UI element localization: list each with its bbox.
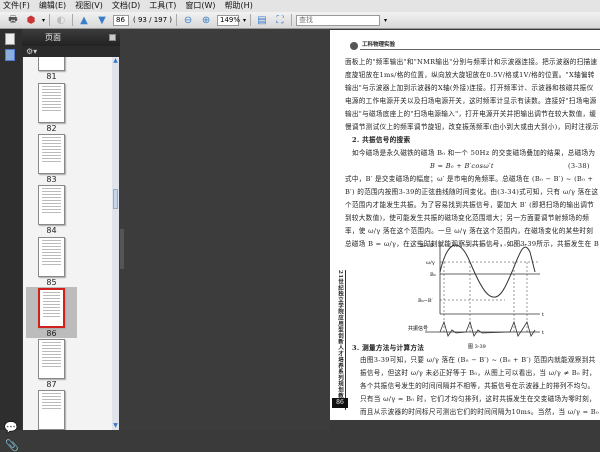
panel-splitter[interactable]	[120, 229, 124, 269]
menu-document[interactable]: 文档(D)	[112, 0, 140, 12]
label-t-signal: t	[542, 330, 544, 336]
divider	[291, 14, 293, 26]
panel-header: 页面	[22, 29, 120, 46]
equation-number: (3-38)	[568, 162, 590, 170]
fit-width-icon[interactable]: ▤	[255, 14, 269, 27]
navigation-strip: 💬 📎	[0, 29, 22, 452]
divider	[72, 14, 74, 26]
chevron-down-icon[interactable]: ▾	[243, 17, 246, 24]
scroll-up-icon[interactable]: ▲	[112, 57, 119, 65]
menu-help[interactable]: 帮助(H)	[225, 0, 253, 12]
panel-toolbar: ⚙▾	[22, 46, 120, 57]
create-pdf-icon[interactable]: ⬢	[24, 14, 38, 27]
scrollbar-thumb[interactable]	[113, 189, 118, 209]
comments-icon[interactable]: 💬	[4, 421, 18, 434]
previous-page-icon[interactable]: ▲	[77, 14, 91, 27]
figure-3-39: B₀+B′ ω/γ B₀ B₀−B′ t t 共振信号 图 3-39	[408, 242, 544, 350]
menu-view[interactable]: 视图(V)	[75, 0, 103, 12]
thumbnail-label: 84	[46, 226, 57, 235]
attachments-icon[interactable]: 📎	[5, 439, 19, 452]
equation: B = B₀ + B′cosω′t	[430, 162, 494, 170]
dashed-guides	[440, 244, 540, 332]
thumbnail-label: 81	[46, 72, 57, 81]
menu-bar: 文件(F) 编辑(E) 视图(V) 文档(D) 工具(T) 窗口(W) 帮助(H…	[0, 0, 600, 12]
label-b0-plus: B₀+B′	[420, 243, 436, 249]
toolbar: 🖶 ⬢ ▾ ◐ ▲ ▼ 86 ( 93 / 197 ) ⊖ ⊕ 149% ▾ ▤ ⛶…	[0, 12, 600, 29]
thumbnail-label: 83	[46, 175, 57, 184]
running-header: 工科物理实验	[350, 40, 600, 50]
label-b0: B₀	[430, 272, 436, 278]
paragraph-3: 式中，B′ 是交变磁场的幅度；ω′ 是市电的角频率。总磁场在 (B₀ − B′)…	[345, 175, 600, 248]
document-background	[120, 29, 330, 430]
menu-edit[interactable]: 编辑(E)	[39, 0, 66, 12]
page-number: 86	[332, 398, 348, 408]
page-thumbnails-icon[interactable]	[5, 49, 15, 61]
document-page: 工科物理实验 面板上的"频率输出"和"NMR输出"分别与频率计和示波器连接。把示…	[330, 30, 600, 420]
thumbnail-label: 82	[46, 124, 57, 133]
divider	[49, 14, 51, 26]
paragraph-2: 如今磁场是永久磁铁的磁场 B₀ 和一个 50Hz 的交变磁场叠加的结果，总磁场为	[352, 149, 596, 157]
thumbnails-scrollbar[interactable]: ▲ ▼	[112, 57, 119, 430]
panel-options-button[interactable]	[109, 34, 116, 41]
collaborate-icon[interactable]: ◐	[54, 14, 68, 27]
side-title: 21世纪独立学院应用型创新人才培养系列规划教材	[337, 270, 343, 405]
search-input[interactable]	[296, 14, 381, 26]
menu-file[interactable]: 文件(F)	[3, 0, 30, 12]
page-thumbnails-panel: 81 82 83 84 85 86 87 ▲ ▼	[23, 57, 119, 430]
page-number-input[interactable]: 86	[113, 14, 130, 26]
menu-window[interactable]: 窗口(W)	[185, 0, 215, 12]
panel-title: 页面	[45, 33, 61, 42]
label-omega-gamma: ω/γ	[426, 260, 435, 266]
header-title: 工科物理实验	[362, 42, 396, 48]
next-page-icon[interactable]: ▼	[95, 14, 109, 27]
paragraph-1: 面板上的"频率输出"和"NMR输出"分别与频率计和示波器连接。把示波器的扫描速度…	[345, 58, 599, 131]
options-gear-icon[interactable]: ⚙▾	[26, 47, 37, 56]
divider	[176, 14, 178, 26]
sine-curve	[439, 244, 536, 298]
thumbnail-label: 86	[46, 329, 57, 338]
thumbnail-label: 85	[46, 278, 57, 287]
label-b0-minus: B₀−B′	[418, 298, 434, 304]
resonance-signal	[439, 320, 536, 337]
paragraph-4: 由图3-39可知，只要 ω/γ 落在 (B₀ − B′) ~ (B₀ + B′)…	[360, 356, 599, 416]
menu-tools[interactable]: 工具(T)	[149, 0, 176, 12]
section-heading-2: 2. 共振信号的搜索	[352, 136, 411, 144]
zoom-select[interactable]: 149%	[217, 14, 240, 26]
side-banner: 21世纪独立学院应用型创新人才培养系列规划教材	[336, 270, 346, 410]
thumbnail-label: 87	[46, 380, 57, 389]
label-signal: 共振信号	[408, 325, 428, 332]
print-icon[interactable]: 🖶	[6, 14, 20, 27]
page-count: ( 93 / 197 )	[133, 16, 173, 24]
chevron-down-icon[interactable]: ▾	[384, 17, 387, 24]
label-t: t	[542, 312, 544, 318]
divider	[250, 14, 252, 26]
zoom-in-icon[interactable]: ⊕	[199, 14, 213, 27]
fit-page-icon[interactable]: ⛶	[273, 14, 287, 27]
header-logo-icon	[350, 42, 358, 50]
pages-icon[interactable]	[5, 33, 15, 45]
chevron-down-icon[interactable]: ▾	[42, 17, 45, 24]
scroll-down-icon[interactable]: ▼	[112, 422, 119, 430]
zoom-out-icon[interactable]: ⊖	[181, 14, 195, 27]
